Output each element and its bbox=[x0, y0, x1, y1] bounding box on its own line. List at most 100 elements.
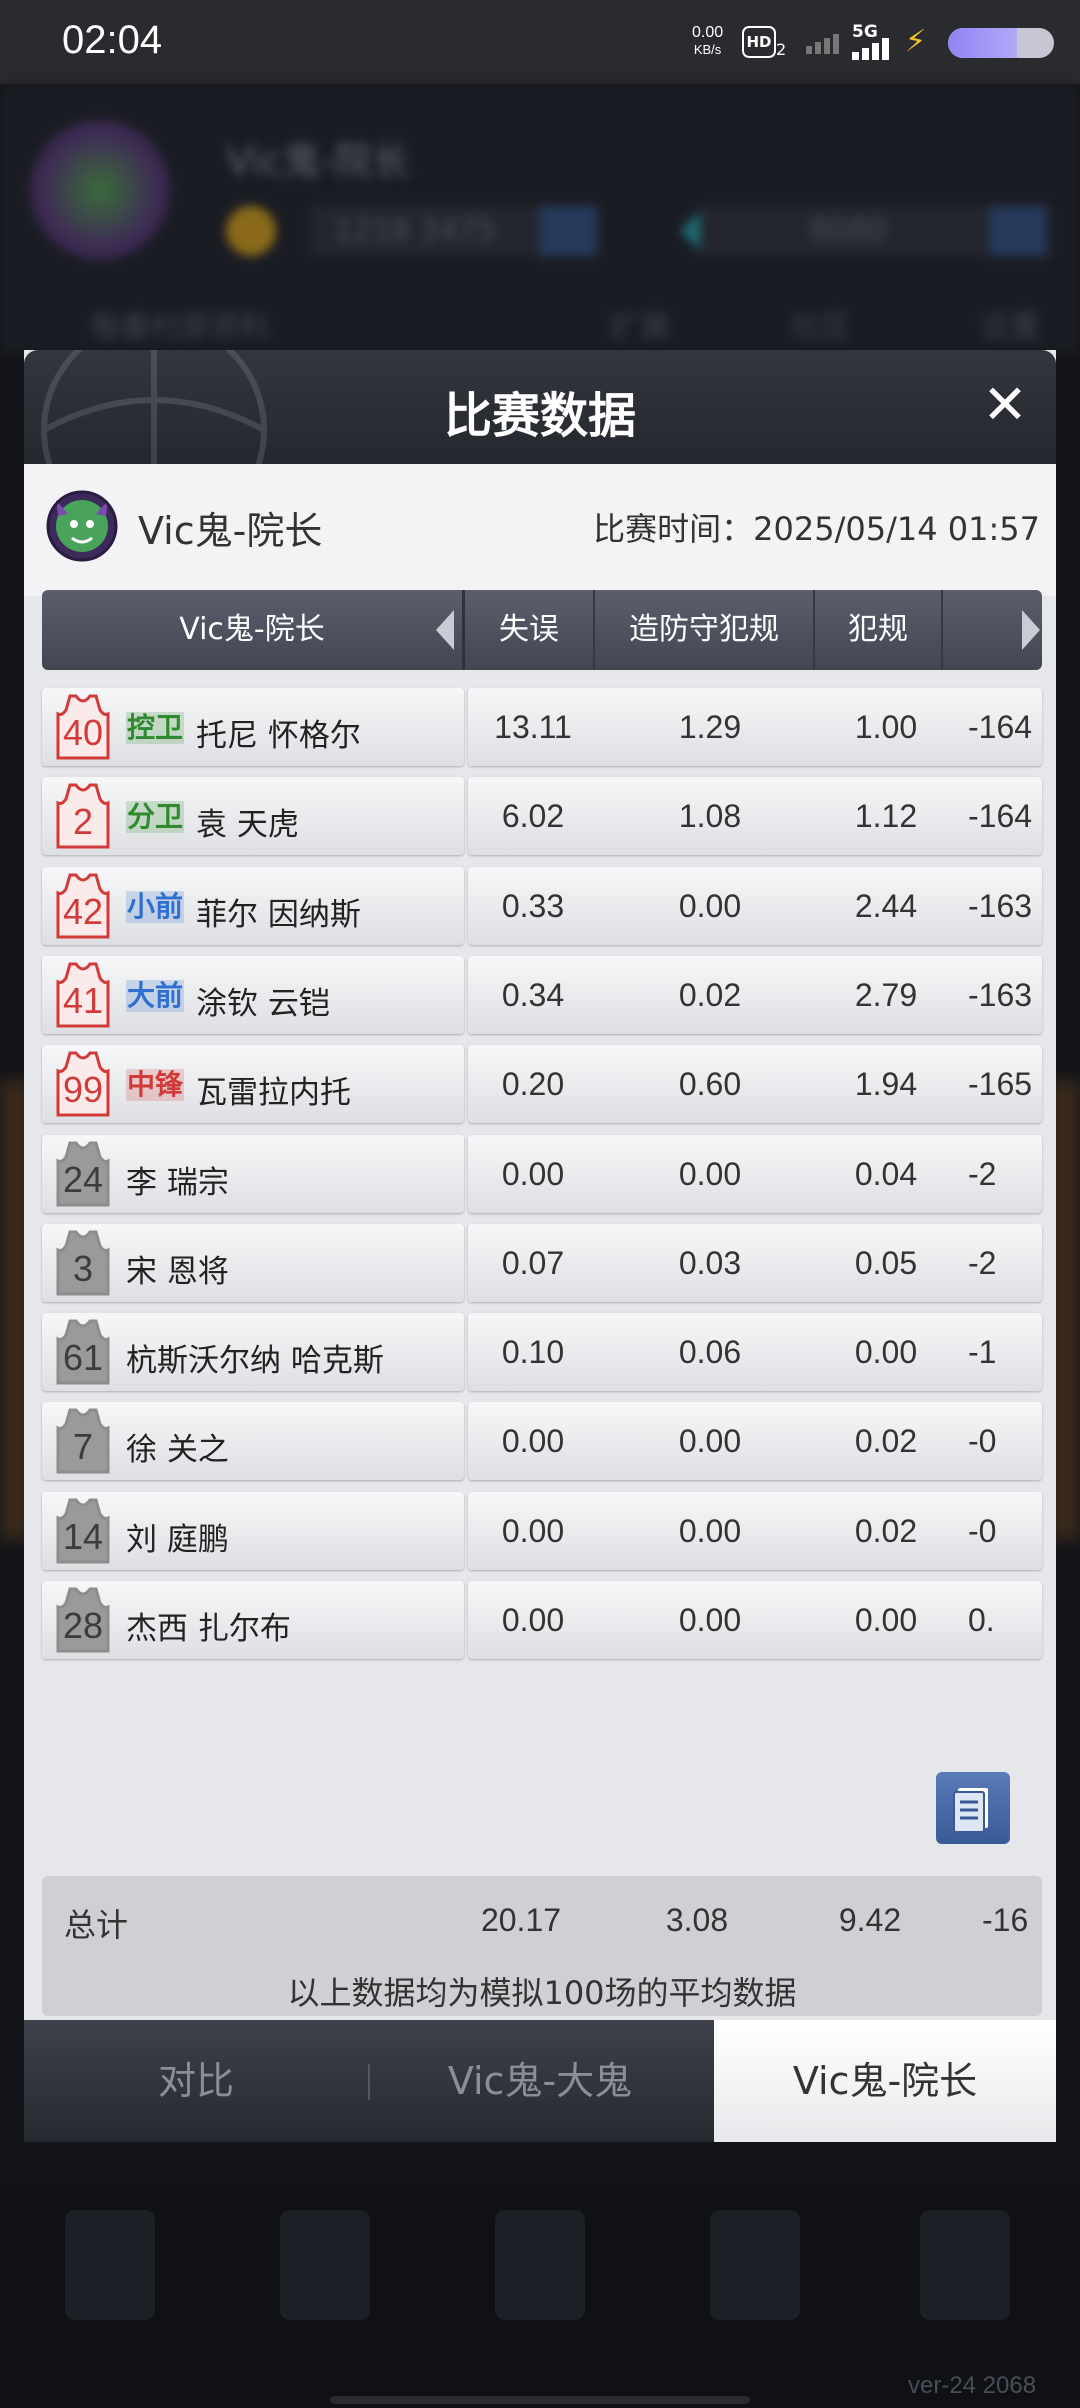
header-team-selector[interactable]: Vic鬼-院长 bbox=[42, 590, 465, 670]
total-value: -16 bbox=[982, 1902, 1029, 1938]
background-row-item: 扩展 bbox=[610, 310, 670, 345]
stat-value: 1.08 bbox=[678, 798, 742, 835]
background-user-name: Vic鬼-院长 bbox=[226, 139, 411, 183]
player-name: 杰西 扎尔布 bbox=[126, 1611, 291, 1647]
stats-cells: 13.11 1.29 1.00 -164 bbox=[468, 688, 1042, 766]
player-row[interactable]: 40 控卫 托尼 怀格尔 13.11 1.29 1.00 -164 bbox=[42, 688, 1042, 766]
player-name: 菲尔 因纳斯 bbox=[196, 896, 361, 933]
player-row[interactable]: 2 分卫袁 天虎 6.02 1.08 1.12 -164 bbox=[42, 777, 1042, 856]
stat-value: 0.00 bbox=[678, 1155, 742, 1192]
version-label: ver-24 2068 bbox=[908, 2372, 1037, 2399]
player-row[interactable]: 28 杰西 扎尔布 0.00 0.00 0.00 0. bbox=[42, 1581, 1042, 1659]
jersey-number: 7 bbox=[72, 1426, 94, 1468]
jersey-number: 24 bbox=[62, 1158, 104, 1200]
jersey-icon: 14 bbox=[56, 1498, 110, 1564]
tab-team-yuanzhang[interactable]: Vic鬼-院长 bbox=[714, 2020, 1056, 2142]
player-cell: 7 徐 关之 bbox=[42, 1402, 464, 1481]
player-cell: 40 控卫 托尼 怀格尔 bbox=[42, 688, 464, 766]
column-header[interactable]: 失误 bbox=[465, 590, 595, 670]
match-data-modal: 比赛数据 ✕ Vic鬼-院长 比赛时间：2025/05/14 01:57 Vic… bbox=[24, 350, 1056, 2142]
signal-icon-sim2 bbox=[852, 38, 889, 60]
nav-item-1 bbox=[65, 2210, 155, 2320]
player-row[interactable]: 61 杭斯沃尔纳 哈克斯 0.10 0.06 0.00 -1 bbox=[42, 1313, 1042, 1392]
stats-cells: 0.20 0.60 1.94 -165 bbox=[468, 1045, 1042, 1124]
total-value: 9.42 bbox=[838, 1902, 902, 1938]
stat-value: -165 bbox=[968, 1066, 1033, 1103]
player-row[interactable]: 24 李 瑞宗 0.00 0.00 0.04 -2 bbox=[42, 1134, 1042, 1213]
stat-value: 0.07 bbox=[501, 1244, 565, 1281]
tab-compare[interactable]: 对比 bbox=[24, 2020, 368, 2142]
jersey-icon: 2 bbox=[56, 783, 110, 849]
background-avatar bbox=[30, 120, 170, 260]
position-badge: 控卫 bbox=[126, 711, 185, 744]
player-name: 徐 关之 bbox=[126, 1432, 229, 1469]
player-name: 杭斯沃尔纳 哈克斯 bbox=[126, 1343, 384, 1380]
total-value: 20.17 bbox=[480, 1902, 562, 1938]
totals-note: 以上数据均为模拟100场的平均数据 bbox=[287, 1974, 797, 2012]
stat-value: -164 bbox=[968, 709, 1033, 745]
player-row[interactable]: 7 徐 关之 0.00 0.00 0.02 -0 bbox=[42, 1402, 1042, 1481]
report-button[interactable] bbox=[936, 1772, 1010, 1844]
net-speed-value: 0.00 bbox=[692, 24, 724, 41]
jersey-icon: 3 bbox=[56, 1230, 110, 1296]
jersey-number: 41 bbox=[62, 979, 104, 1021]
player-row[interactable]: 3 宋 恩将 0.07 0.03 0.05 -2 bbox=[42, 1223, 1042, 1302]
scroll-right-icon[interactable] bbox=[1022, 610, 1040, 650]
tab-team-dagui[interactable]: Vic鬼-大鬼 bbox=[370, 2020, 710, 2142]
jersey-number: 61 bbox=[62, 1337, 104, 1379]
stat-value: 0.00 bbox=[678, 1512, 742, 1549]
signal-icon-sim1 bbox=[806, 34, 839, 54]
add-gem-button bbox=[990, 206, 1046, 256]
player-name: 李 瑞宗 bbox=[126, 1164, 229, 1201]
match-info: Vic鬼-院长 比赛时间：2025/05/14 01:57 bbox=[24, 464, 1056, 596]
stat-value: 1.29 bbox=[678, 709, 742, 745]
stat-value: 0. bbox=[968, 1602, 995, 1638]
player-cell: 61 杭斯沃尔纳 哈克斯 bbox=[42, 1313, 464, 1392]
jersey-icon: 28 bbox=[56, 1587, 110, 1653]
hd-icon: HD bbox=[742, 26, 776, 58]
background-header: Vic鬼-院长 1218 3475 8080 每番村部资料 扩展 社区 设置 bbox=[0, 84, 1080, 354]
column-header[interactable]: 造防守犯规 bbox=[595, 590, 815, 670]
stat-value: 1.00 bbox=[854, 709, 918, 745]
jersey-icon: 7 bbox=[56, 1408, 110, 1474]
player-name: 托尼 怀格尔 bbox=[196, 718, 361, 754]
stats-cells: 0.33 0.00 2.44 -163 bbox=[468, 866, 1042, 945]
stat-value: 0.00 bbox=[501, 1512, 565, 1549]
stat-value: 0.05 bbox=[854, 1244, 918, 1281]
stat-value: 0.33 bbox=[501, 887, 565, 924]
player-row[interactable]: 42 小前 菲尔 因纳斯 0.33 0.00 2.44 -163 bbox=[42, 866, 1042, 945]
stat-value: 0.02 bbox=[678, 976, 742, 1013]
stat-value: -2 bbox=[968, 1244, 997, 1281]
jersey-icon: 42 bbox=[56, 873, 110, 939]
column-header[interactable]: 犯规 bbox=[815, 590, 943, 670]
stat-value: 0.00 bbox=[678, 887, 742, 924]
stats-table-header: Vic鬼-院长 失误 造防守犯规 犯规 bbox=[42, 590, 1042, 670]
background-row-item: 社区 bbox=[790, 310, 850, 345]
stat-value: 0.02 bbox=[854, 1512, 918, 1549]
stat-value: 0.60 bbox=[678, 1066, 742, 1103]
stat-value: 0.34 bbox=[501, 976, 565, 1013]
player-row[interactable]: 41 大前 涂钦 云铠 0.34 0.02 2.79 -163 bbox=[42, 955, 1042, 1034]
position-badge: 大前 bbox=[126, 978, 185, 1012]
header-team-name: Vic鬼-院长 bbox=[179, 612, 325, 647]
nav-item-4 bbox=[710, 2210, 800, 2320]
jersey-icon: 99 bbox=[56, 1051, 110, 1117]
nav-item-2 bbox=[280, 2210, 370, 2320]
status-bar: 02:04 0.00 KB/s HD 2 5G ⚡ bbox=[0, 0, 1080, 84]
background-row-left: 每番村部资料 bbox=[90, 310, 270, 345]
player-cell: 41 大前 涂钦 云铠 bbox=[42, 955, 464, 1034]
position-badge: 分卫 bbox=[126, 800, 185, 834]
stat-value: -163 bbox=[968, 887, 1033, 924]
stat-value: 0.10 bbox=[501, 1334, 565, 1371]
charging-icon: ⚡ bbox=[905, 24, 927, 59]
player-cell: 99 中锋 瓦雷拉内托 bbox=[42, 1045, 464, 1124]
stat-value: 2.44 bbox=[854, 887, 918, 924]
player-row[interactable]: 14 刘 庭鹏 0.00 0.00 0.02 -0 bbox=[42, 1491, 1042, 1570]
player-cell: 28 杰西 扎尔布 bbox=[42, 1581, 464, 1659]
scroll-left-icon[interactable] bbox=[436, 610, 454, 650]
stat-value: 0.00 bbox=[854, 1334, 918, 1371]
close-icon[interactable]: ✕ bbox=[970, 370, 1040, 440]
player-row[interactable]: 99 中锋 瓦雷拉内托 0.20 0.60 1.94 -165 bbox=[42, 1045, 1042, 1124]
team-tabs: 对比 Vic鬼-大鬼 Vic鬼-院长 bbox=[24, 2020, 1056, 2142]
team-logo-icon bbox=[46, 490, 118, 562]
